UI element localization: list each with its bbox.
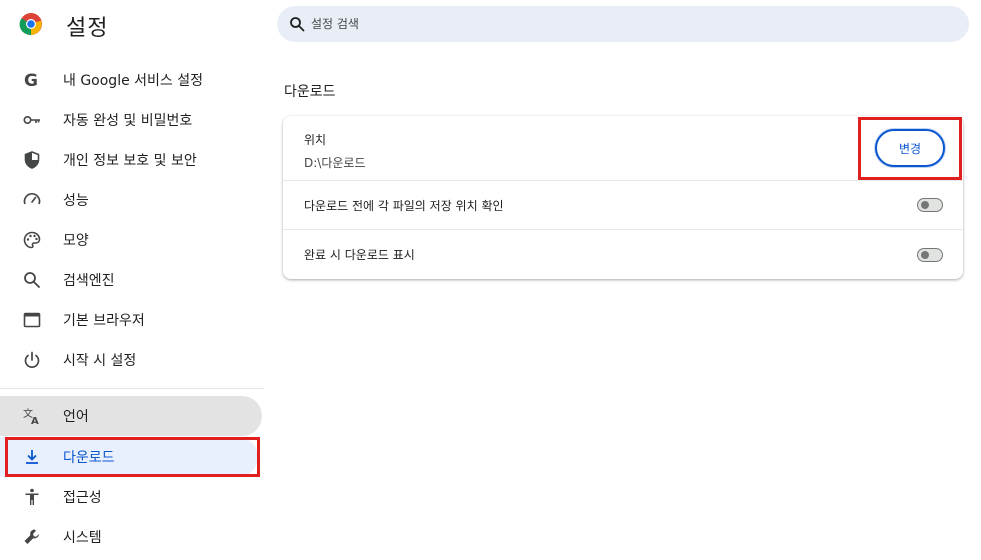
page-title: 설정 <box>66 16 109 41</box>
ask-where-to-save-label: 다운로드 전에 각 파일의 저장 위치 확인 <box>304 198 504 213</box>
sidebar-item-label: 기본 브라우저 <box>63 313 145 329</box>
sidebar-item-default-browser[interactable]: 기본 브라우저 <box>0 300 262 340</box>
sidebar-item-label: 시스템 <box>63 530 102 546</box>
highlight-box <box>858 117 962 180</box>
sidebar-item-label: 언어 <box>63 409 89 425</box>
sidebar-item-search-engine[interactable]: 검색엔진 <box>0 260 262 300</box>
shield-icon <box>22 150 42 170</box>
chrome-logo-icon <box>19 12 43 36</box>
location-label: 위치 <box>304 133 327 147</box>
key-icon <box>22 110 42 130</box>
svg-text:A: A <box>31 416 39 426</box>
wrench-icon <box>22 527 42 547</box>
search-input[interactable] <box>311 17 911 31</box>
sidebar-item-privacy[interactable]: 개인 정보 보호 및 보안 <box>0 140 262 180</box>
show-downloads-label: 완료 시 다운로드 표시 <box>304 248 415 262</box>
sidebar-item-label: 자동 완성 및 비밀번호 <box>63 113 193 129</box>
sidebar-item-label: 접근성 <box>63 490 102 506</box>
power-icon <box>22 350 42 370</box>
section-title: 다운로드 <box>284 84 336 100</box>
sidebar-item-performance[interactable]: 성능 <box>0 180 262 220</box>
show-downloads-toggle[interactable] <box>917 247 943 262</box>
sidebar-item-label: 검색엔진 <box>63 273 115 289</box>
sidebar-item-languages[interactable]: 文A 언어 <box>0 396 262 436</box>
sidebar-item-label: 시작 시 설정 <box>63 353 137 369</box>
palette-icon <box>22 230 42 250</box>
search-bar[interactable] <box>277 6 969 42</box>
sidebar-item-label: 성능 <box>63 193 89 209</box>
sidebar-item-on-startup[interactable]: 시작 시 설정 <box>0 340 262 380</box>
show-downloads-row[interactable]: 완료 시 다운로드 표시 <box>283 230 963 279</box>
sidebar-item-label: 내 Google 서비스 설정 <box>63 73 203 89</box>
google-g-icon: G <box>22 70 42 90</box>
sidebar-item-label: 개인 정보 보호 및 보안 <box>63 153 197 169</box>
sidebar-item-label: 모양 <box>63 233 89 249</box>
accessibility-icon <box>22 487 42 507</box>
sidebar-item-autofill[interactable]: 자동 완성 및 비밀번호 <box>0 100 262 140</box>
speedometer-icon <box>22 190 42 210</box>
sidebar-item-appearance[interactable]: 모양 <box>0 220 262 260</box>
ask-where-to-save-row[interactable]: 다운로드 전에 각 파일의 저장 위치 확인 <box>283 181 963 230</box>
translate-icon: 文A <box>22 406 42 426</box>
highlight-box <box>5 437 260 477</box>
browser-window-icon <box>22 310 42 330</box>
search-icon <box>22 270 42 290</box>
ask-where-to-save-toggle[interactable] <box>917 198 943 212</box>
sidebar-item-google-services[interactable]: G 내 Google 서비스 설정 <box>0 60 262 100</box>
sidebar-divider <box>0 388 264 389</box>
sidebar-item-system[interactable]: 시스템 <box>0 517 262 557</box>
location-value: D:\다운로드 <box>304 156 366 170</box>
svg-text:G: G <box>24 71 38 90</box>
sidebar-item-accessibility[interactable]: 접근성 <box>0 477 262 517</box>
search-icon <box>290 17 305 32</box>
